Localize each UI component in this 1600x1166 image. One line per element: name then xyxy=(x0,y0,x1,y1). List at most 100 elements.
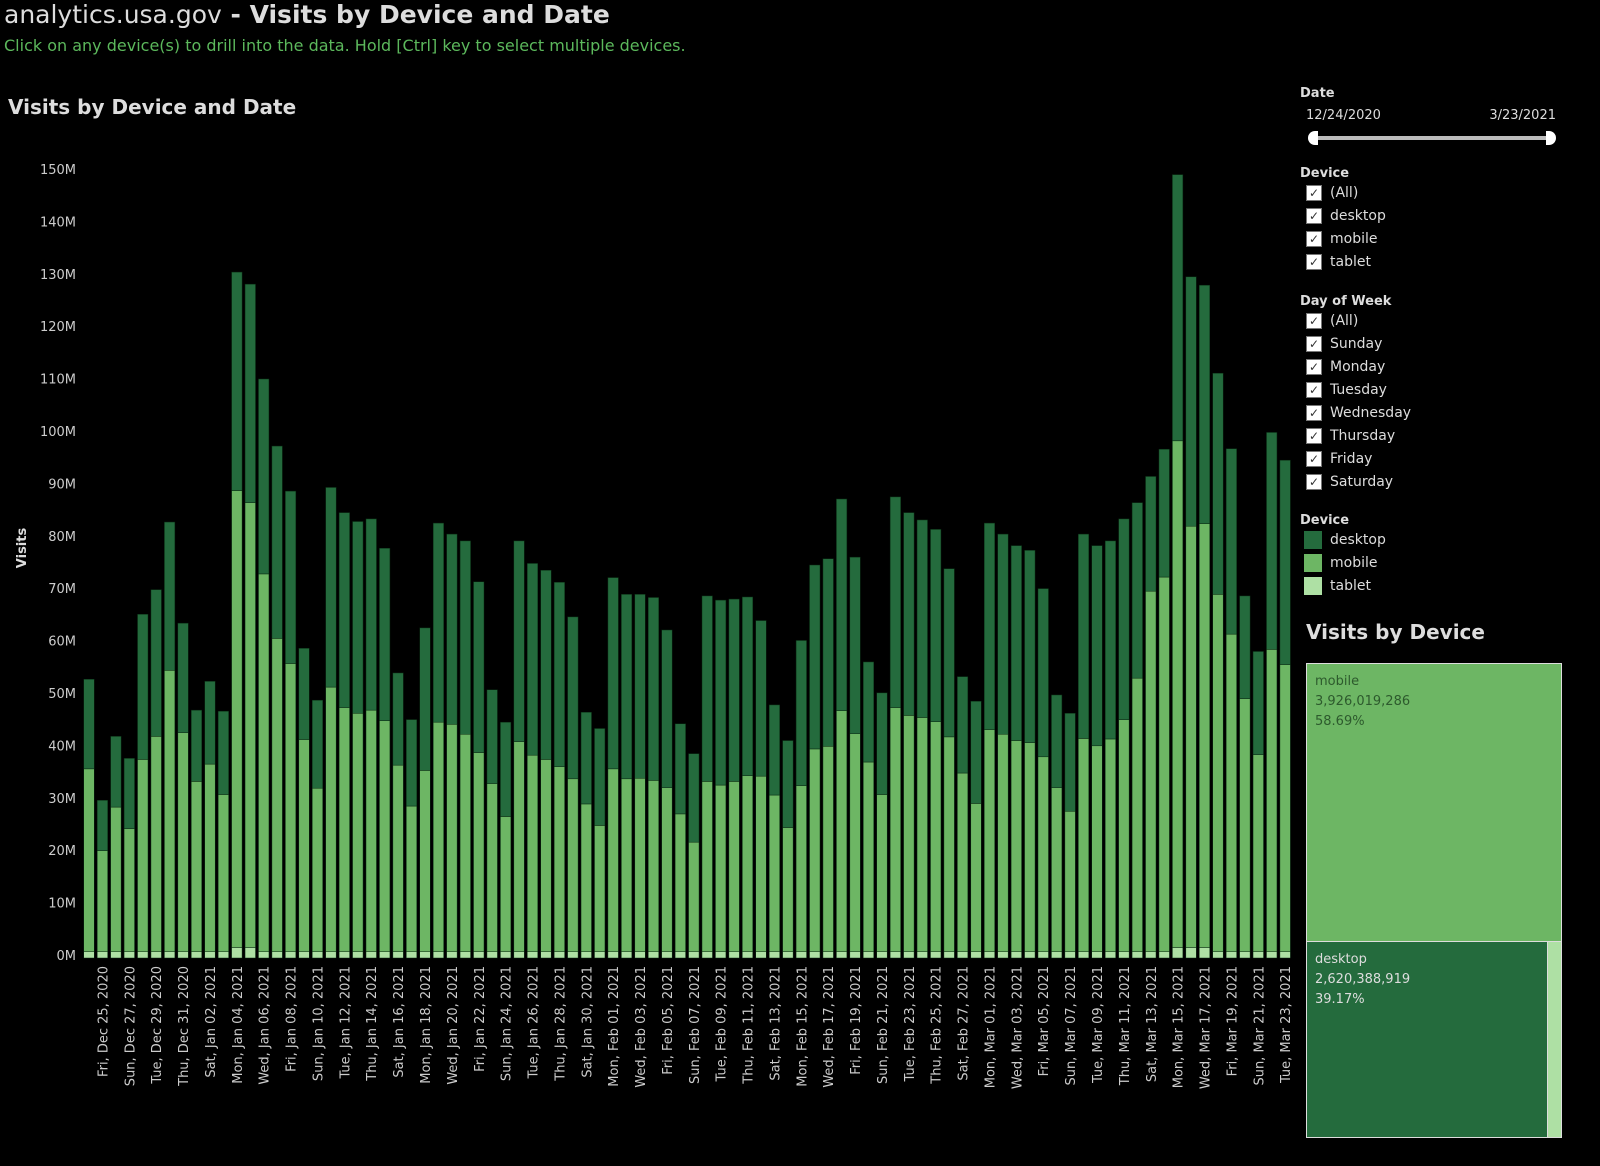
bar-mobile[interactable] xyxy=(110,806,122,952)
bar-mobile[interactable] xyxy=(983,729,995,952)
bar-tablet[interactable] xyxy=(432,951,444,959)
bar-mobile[interactable] xyxy=(634,778,646,952)
bar-tablet[interactable] xyxy=(1279,951,1291,959)
device-filter-option[interactable]: ✓ desktop xyxy=(1300,204,1600,227)
bar-mobile[interactable] xyxy=(876,794,888,952)
bar-tablet[interactable] xyxy=(1037,951,1049,959)
bar-mobile[interactable] xyxy=(822,746,834,952)
bar-tablet[interactable] xyxy=(768,951,780,959)
bar-desktop[interactable] xyxy=(432,522,444,723)
bar-tablet[interactable] xyxy=(1266,951,1278,959)
bar-mobile[interactable] xyxy=(621,778,633,952)
bar-tablet[interactable] xyxy=(647,951,659,959)
bar-desktop[interactable] xyxy=(96,800,108,851)
bar-desktop[interactable] xyxy=(621,594,633,780)
bar-desktop[interactable] xyxy=(1199,284,1211,524)
bar-tablet[interactable] xyxy=(244,947,256,959)
bar-tablet[interactable] xyxy=(916,951,928,959)
bar-tablet[interactable] xyxy=(298,951,310,959)
bar-tablet[interactable] xyxy=(137,951,149,959)
bar-mobile[interactable] xyxy=(930,721,942,952)
bar-mobile[interactable] xyxy=(553,766,565,952)
bar-mobile[interactable] xyxy=(1104,738,1116,952)
bar-mobile[interactable] xyxy=(943,736,955,952)
bar-desktop[interactable] xyxy=(607,577,619,770)
checkbox-checked-icon[interactable]: ✓ xyxy=(1306,230,1322,247)
bar-mobile[interactable] xyxy=(795,785,807,952)
bar-desktop[interactable] xyxy=(352,521,364,714)
bar-tablet[interactable] xyxy=(715,951,727,959)
bar-mobile[interactable] xyxy=(500,816,512,952)
bar-mobile[interactable] xyxy=(486,783,498,952)
bar-desktop[interactable] xyxy=(473,581,485,753)
bar-tablet[interactable] xyxy=(1091,951,1103,959)
bar-tablet[interactable] xyxy=(836,951,848,959)
bar-tablet[interactable] xyxy=(553,951,565,959)
bar-tablet[interactable] xyxy=(1145,951,1157,959)
bar-tablet[interactable] xyxy=(607,951,619,959)
bar-desktop[interactable] xyxy=(1145,476,1157,592)
bar-desktop[interactable] xyxy=(325,487,337,688)
bar-mobile[interactable] xyxy=(594,825,606,952)
bar-desktop[interactable] xyxy=(728,598,740,782)
bar-desktop[interactable] xyxy=(204,681,216,765)
bar-mobile[interactable] xyxy=(217,794,229,952)
bar-mobile[interactable] xyxy=(863,761,875,952)
bar-tablet[interactable] xyxy=(285,951,297,959)
bar-desktop[interactable] xyxy=(1172,174,1184,442)
bar-desktop[interactable] xyxy=(527,563,539,756)
bar-desktop[interactable] xyxy=(742,596,754,776)
bar-mobile[interactable] xyxy=(1279,664,1291,952)
bar-mobile[interactable] xyxy=(580,803,592,952)
bar-desktop[interactable] xyxy=(83,678,95,770)
bar-desktop[interactable] xyxy=(513,540,525,742)
checkbox-checked-icon[interactable]: ✓ xyxy=(1306,207,1322,224)
bar-desktop[interactable] xyxy=(795,640,807,786)
bar-tablet[interactable] xyxy=(1118,951,1130,959)
bar-tablet[interactable] xyxy=(1225,951,1237,959)
bar-mobile[interactable] xyxy=(782,827,794,952)
bar-desktop[interactable] xyxy=(244,283,256,503)
treemap-desktop[interactable]: desktop 2,620,388,919 39.17% xyxy=(1306,941,1548,1138)
bar-desktop[interactable] xyxy=(1104,540,1116,740)
bar-tablet[interactable] xyxy=(1239,951,1251,959)
legend-item-mobile[interactable]: mobile xyxy=(1300,551,1600,574)
date-range-slider[interactable] xyxy=(1308,131,1556,145)
bar-tablet[interactable] xyxy=(540,951,552,959)
bar-desktop[interactable] xyxy=(137,614,149,760)
bar-tablet[interactable] xyxy=(96,951,108,959)
slider-start-handle[interactable] xyxy=(1308,131,1318,145)
bar-mobile[interactable] xyxy=(1051,787,1063,952)
bar-desktop[interactable] xyxy=(191,709,203,782)
bar-tablet[interactable] xyxy=(1185,947,1197,959)
bar-tablet[interactable] xyxy=(688,951,700,959)
bar-desktop[interactable] xyxy=(164,521,176,671)
bar-mobile[interactable] xyxy=(997,734,1009,952)
bar-mobile[interactable] xyxy=(352,713,364,952)
checkbox-checked-icon[interactable]: ✓ xyxy=(1306,473,1322,490)
bar-mobile[interactable] xyxy=(96,850,108,952)
bar-tablet[interactable] xyxy=(191,951,203,959)
bar-mobile[interactable] xyxy=(647,780,659,952)
day-of-week-filter-option[interactable]: ✓ Monday xyxy=(1300,355,1600,378)
legend-item-desktop[interactable]: desktop xyxy=(1300,528,1600,551)
bar-mobile[interactable] xyxy=(1266,649,1278,952)
bar-tablet[interactable] xyxy=(365,951,377,959)
bar-tablet[interactable] xyxy=(473,951,485,959)
bar-mobile[interactable] xyxy=(970,803,982,952)
bar-mobile[interactable] xyxy=(365,709,377,952)
bar-tablet[interactable] xyxy=(1078,951,1090,959)
bar-tablet[interactable] xyxy=(150,951,162,959)
bar-tablet[interactable] xyxy=(123,951,135,959)
bar-mobile[interactable] xyxy=(271,638,283,952)
bar-desktop[interactable] xyxy=(271,445,283,639)
bar-mobile[interactable] xyxy=(567,778,579,952)
checkbox-checked-icon[interactable]: ✓ xyxy=(1306,427,1322,444)
bar-mobile[interactable] xyxy=(1185,525,1197,948)
bar-tablet[interactable] xyxy=(406,951,418,959)
bar-mobile[interactable] xyxy=(191,781,203,952)
bar-tablet[interactable] xyxy=(513,951,525,959)
bar-mobile[interactable] xyxy=(715,784,727,952)
bar-desktop[interactable] xyxy=(338,512,350,708)
bar-desktop[interactable] xyxy=(1158,448,1170,578)
